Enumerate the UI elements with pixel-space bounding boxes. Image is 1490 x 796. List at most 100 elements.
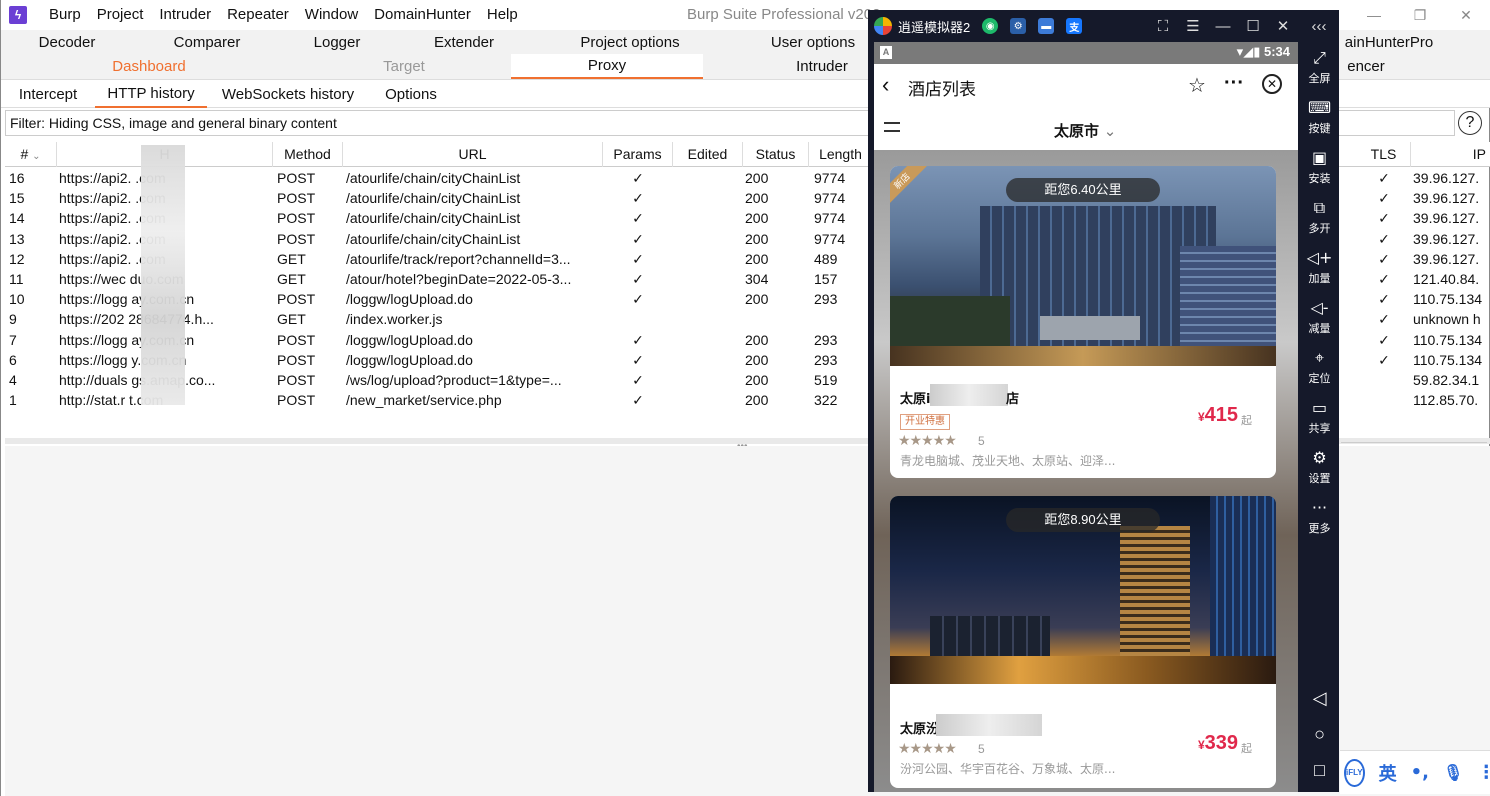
minimize-button[interactable]: — [1351, 0, 1397, 30]
city-selector[interactable]: 太原市 ⌄ [1054, 120, 1116, 141]
col-method[interactable]: Method [273, 142, 343, 167]
settings-button[interactable]: ⚙ 设置 [1300, 448, 1339, 486]
keymap-button[interactable]: ⌨ 按键 [1300, 98, 1339, 136]
menu-window[interactable]: Window [297, 0, 366, 30]
ime-more-icon[interactable]: ⋮ [1477, 762, 1490, 783]
collapse-sidebar-icon[interactable]: ‹‹‹ [1304, 10, 1334, 42]
close-circle-icon[interactable]: ✕ [1262, 74, 1282, 94]
minimize-icon[interactable]: — [1208, 10, 1238, 42]
cell-url: /loggw/logUpload.do [346, 291, 473, 308]
hotel-card[interactable]: 新店 距您6.40公里 太原i 店 开业特惠 ★★★★★ 5 青龙电脑城、茂业天… [890, 166, 1276, 478]
menu-intruder[interactable]: Intruder [151, 0, 219, 30]
col-num[interactable]: # ⌄ [5, 142, 57, 167]
tab-logger[interactable]: Logger [281, 30, 393, 54]
favorite-star-icon[interactable]: ☆ [1188, 73, 1206, 98]
subtab-intercept[interactable]: Intercept [7, 80, 89, 108]
more-dots-icon[interactable]: ··· [1224, 72, 1244, 95]
menu-domainhunter[interactable]: DomainHunter [366, 0, 479, 30]
maximize-icon[interactable]: ☐ [1238, 10, 1268, 42]
gear-icon: ⚙ [1312, 448, 1327, 467]
ime-toolbar: iFLY 英 •, 🎙 ⋮ [1340, 750, 1490, 794]
col-status[interactable]: Status [743, 142, 809, 167]
cell-length [814, 309, 870, 329]
cell-num: 12 [9, 250, 25, 267]
cell-url: /atour/hotel?beginDate=2022-05-3... [346, 271, 572, 287]
cell-ip: 39.96.127. [1413, 190, 1480, 207]
menu-project[interactable]: Project [89, 0, 152, 30]
settings-shortcut-icon[interactable]: ⚙ [1010, 18, 1027, 34]
tab-proxy[interactable]: Proxy [511, 54, 703, 79]
punctuation-icon[interactable]: •, [1411, 762, 1429, 783]
tab-dashboard[interactable]: Dashboard [1, 54, 297, 79]
tab-decoder[interactable]: Decoder [1, 30, 133, 54]
hotel-card[interactable]: 距您8.90公里 太原汾 ★★★★★ 5 汾河公园、华宇百花谷、万象城、太原..… [890, 496, 1276, 788]
cell-status [745, 309, 807, 329]
fullscreen-button[interactable]: ⤢ 全屏 [1300, 48, 1339, 86]
tab-target[interactable]: Target [297, 54, 511, 79]
menu-icon[interactable]: ☰ [1178, 10, 1208, 42]
multi-instance-button[interactable]: ⧉ 多开 [1300, 198, 1339, 236]
divider [1341, 442, 1487, 443]
more-dots-icon: ··· [1311, 498, 1328, 517]
share-button[interactable]: ▭ 共享 [1300, 398, 1339, 436]
tab-project-options[interactable]: Project options [535, 30, 725, 54]
close-button[interactable]: ✕ [1443, 0, 1489, 30]
col-url[interactable]: URL [343, 142, 603, 167]
folder-icon[interactable]: ▬ [1038, 18, 1055, 34]
hamburger-icon[interactable] [884, 122, 900, 132]
close-icon[interactable]: ✕ [1268, 10, 1298, 42]
cell-params: ✓ [632, 351, 644, 368]
ime-lang-toggle[interactable]: 英 [1379, 760, 1397, 786]
status-time: 5:34 [1263, 44, 1290, 59]
install-button[interactable]: ▣ 安装 [1300, 148, 1339, 186]
cell-num: 7 [9, 331, 17, 348]
help-icon[interactable]: ? [1458, 111, 1482, 135]
cell-tls: ✓ [1378, 291, 1390, 308]
alipay-icon[interactable]: 支 [1066, 18, 1083, 34]
cell-ip: 39.96.127. [1413, 170, 1480, 186]
subtab-http-history[interactable]: HTTP history [95, 80, 207, 108]
hotel-area: 青龙电脑城、茂业天地、太原站、迎泽... [900, 454, 1116, 468]
cell-num: 9 [9, 311, 17, 328]
restore-button[interactable]: ❐ [1397, 0, 1443, 30]
back-arrow-icon[interactable]: ‹ [882, 72, 889, 98]
cell-status: 304 [745, 271, 769, 287]
col-tls[interactable]: TLS [1357, 142, 1411, 167]
distance-badge: 距您8.90公里 [1006, 508, 1160, 532]
cell-method: POST [277, 351, 316, 368]
cell-url: /new_market/service.php [346, 392, 502, 409]
tab-sequencer[interactable]: encer [1341, 54, 1391, 79]
cell-tls: ✓ [1378, 170, 1390, 186]
menu-repeater[interactable]: Repeater [219, 0, 297, 30]
screenshot-icon[interactable]: ⛶ [1148, 10, 1178, 42]
col-ip[interactable]: IP [1411, 142, 1490, 167]
cell-url: /loggw/logUpload.do [346, 351, 473, 368]
location-button[interactable]: ⌖ 定位 [1300, 348, 1339, 386]
cell-num: 11 [9, 271, 24, 287]
tab-extender[interactable]: Extender [393, 30, 535, 54]
more-button[interactable]: ··· 更多 [1300, 498, 1339, 536]
ifly-logo-icon[interactable]: iFLY [1344, 758, 1365, 787]
city-bar: 太原市 ⌄ [874, 108, 1298, 150]
android-recents-icon[interactable]: □ [1300, 760, 1339, 781]
app-shortcut-icon[interactable]: ◉ [982, 18, 999, 34]
cell-status: 200 [745, 230, 769, 247]
tab-comparer[interactable]: Comparer [133, 30, 281, 54]
menu-help[interactable]: Help [479, 0, 526, 30]
cell-method: GET [277, 271, 306, 287]
android-back-icon[interactable]: ◁ [1300, 688, 1339, 709]
col-params[interactable]: Params [603, 142, 673, 167]
subtab-options[interactable]: Options [371, 80, 451, 108]
tab-domainhunter-pro[interactable]: ainHunterPro [1339, 30, 1439, 54]
microphone-icon[interactable]: 🎙 [1443, 763, 1463, 782]
menu-burp[interactable]: Burp [41, 0, 89, 30]
volume-down-button[interactable]: ◁- 减量 [1300, 298, 1339, 336]
cell-url: /loggw/logUpload.do [346, 331, 473, 348]
android-home-icon[interactable]: ○ [1300, 724, 1339, 745]
rating-value: 5 [978, 434, 985, 448]
col-edited[interactable]: Edited [673, 142, 743, 167]
cell-params: ✓ [632, 331, 644, 348]
subtab-websockets-history[interactable]: WebSockets history [215, 80, 361, 108]
col-length[interactable]: Length [809, 142, 873, 167]
volume-up-button[interactable]: ◁+ 加量 [1300, 248, 1339, 286]
